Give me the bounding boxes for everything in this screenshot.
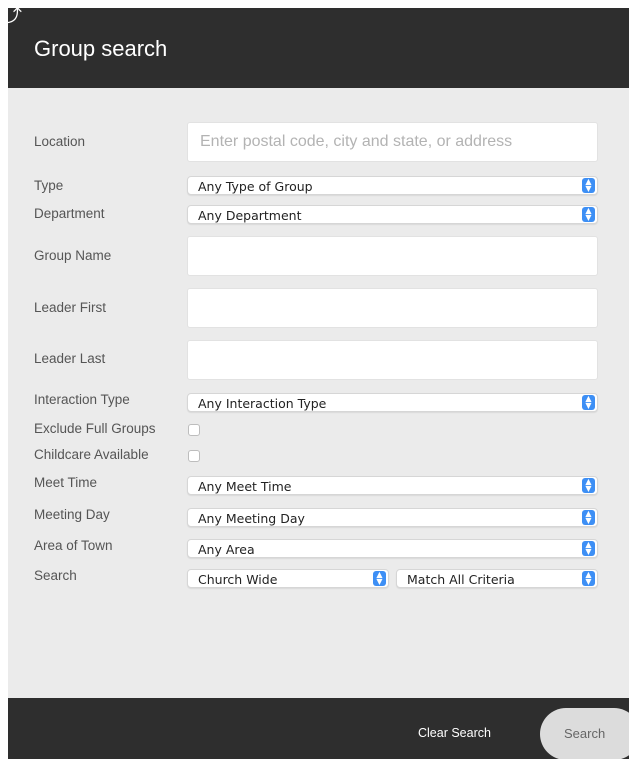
leader-first-label: Leader First <box>34 300 107 315</box>
select-arrow-icon: ▲ ▼ <box>582 395 595 410</box>
department-select-value: Any Department <box>198 208 302 223</box>
area-of-town-select-value: Any Area <box>198 542 255 557</box>
childcare-available-label: Childcare Available <box>34 447 149 462</box>
interaction-type-label: Interaction Type <box>34 392 130 407</box>
interaction-type-select[interactable]: Any Interaction Type ▲ ▼ <box>187 393 598 412</box>
select-arrow-icon: ▲ ▼ <box>582 541 595 556</box>
header-bar: ⤴ Group search <box>8 8 629 88</box>
select-arrow-icon: ▲ ▼ <box>582 207 595 222</box>
select-arrow-icon: ▲ ▼ <box>373 571 386 586</box>
meet-time-label: Meet Time <box>34 475 98 490</box>
select-arrow-icon: ▲ ▼ <box>582 178 595 193</box>
type-select-value: Any Type of Group <box>198 179 313 194</box>
area-of-town-label: Area of Town <box>34 538 113 553</box>
group-name-input[interactable] <box>187 236 598 276</box>
search-scope-select[interactable]: Church Wide ▲ ▼ <box>187 569 389 588</box>
select-arrow-icon: ▲ ▼ <box>582 510 595 525</box>
search-scope-label: Search <box>34 568 77 583</box>
department-select[interactable]: Any Department ▲ ▼ <box>187 205 598 224</box>
footer-bar: Clear Search Search <box>8 698 629 759</box>
type-label: Type <box>34 178 64 193</box>
leader-first-input[interactable] <box>187 288 598 328</box>
select-arrow-icon: ▲ ▼ <box>582 571 595 586</box>
search-scope-select-value: Church Wide <box>198 572 278 587</box>
back-arrow-icon[interactable]: ⤴ <box>8 8 22 28</box>
childcare-available-checkbox[interactable] <box>188 450 200 462</box>
group-search-panel: ⤴ Group search Location Type Any Type of… <box>8 8 629 759</box>
meeting-day-label: Meeting Day <box>34 507 110 522</box>
match-criteria-select[interactable]: Match All Criteria ▲ ▼ <box>396 569 598 588</box>
exclude-full-groups-checkbox[interactable] <box>188 424 200 436</box>
meeting-day-select[interactable]: Any Meeting Day ▲ ▼ <box>187 508 598 527</box>
location-input[interactable] <box>187 122 598 162</box>
page-title: Group search <box>34 36 168 61</box>
search-button[interactable]: Search <box>540 708 629 759</box>
interaction-type-select-value: Any Interaction Type <box>198 396 327 411</box>
area-of-town-select[interactable]: Any Area ▲ ▼ <box>187 539 598 558</box>
exclude-full-groups-label: Exclude Full Groups <box>34 421 156 436</box>
department-label: Department <box>34 206 105 221</box>
clear-search-button[interactable]: Clear Search <box>418 726 491 740</box>
meeting-day-select-value: Any Meeting Day <box>198 511 305 526</box>
meet-time-select[interactable]: Any Meet Time ▲ ▼ <box>187 476 598 495</box>
type-select[interactable]: Any Type of Group ▲ ▼ <box>187 176 598 195</box>
location-label: Location <box>34 134 86 149</box>
meet-time-select-value: Any Meet Time <box>198 479 292 494</box>
leader-last-input[interactable] <box>187 340 598 380</box>
group-name-label: Group Name <box>34 248 112 263</box>
leader-last-label: Leader Last <box>34 351 106 366</box>
select-arrow-icon: ▲ ▼ <box>582 478 595 493</box>
match-criteria-select-value: Match All Criteria <box>407 572 515 587</box>
